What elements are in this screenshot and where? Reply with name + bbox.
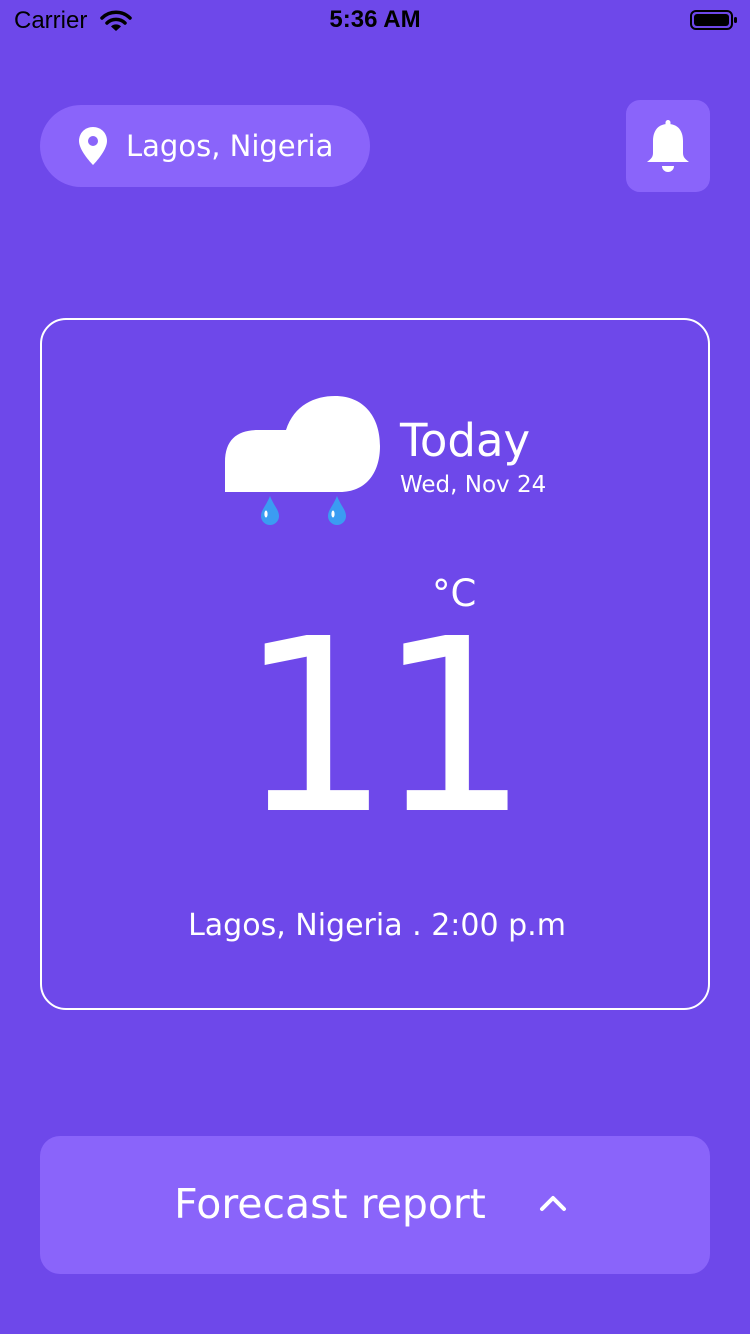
location-selector[interactable]: Lagos, Nigeria bbox=[40, 105, 370, 187]
date-label: Wed, Nov 24 bbox=[400, 472, 547, 498]
location-time-label: Lagos, Nigeria . 2:00 p.m bbox=[188, 908, 566, 943]
map-pin-icon bbox=[79, 127, 107, 165]
rain-cloud-icon bbox=[225, 396, 380, 525]
chevron-up-icon bbox=[540, 1196, 566, 1211]
forecast-label: Forecast report bbox=[174, 1180, 486, 1228]
weather-card: Today Wed, Nov 24 °C 11 Lagos, Nigeria .… bbox=[40, 318, 710, 1010]
forecast-report-button[interactable]: Forecast report bbox=[40, 1136, 710, 1274]
weather-screen: Carrier 5:36 AM Lagos, Nigeria Today Wed… bbox=[0, 0, 750, 1334]
temperature-value: 11 bbox=[238, 587, 529, 867]
status-time: 5:36 AM bbox=[329, 6, 421, 33]
battery-icon bbox=[690, 10, 737, 30]
location-label: Lagos, Nigeria bbox=[126, 129, 334, 163]
status-bar: Carrier 5:36 AM bbox=[0, 0, 750, 40]
notifications-button[interactable] bbox=[626, 100, 710, 192]
day-label: Today bbox=[400, 414, 531, 467]
bell-icon bbox=[647, 120, 689, 172]
